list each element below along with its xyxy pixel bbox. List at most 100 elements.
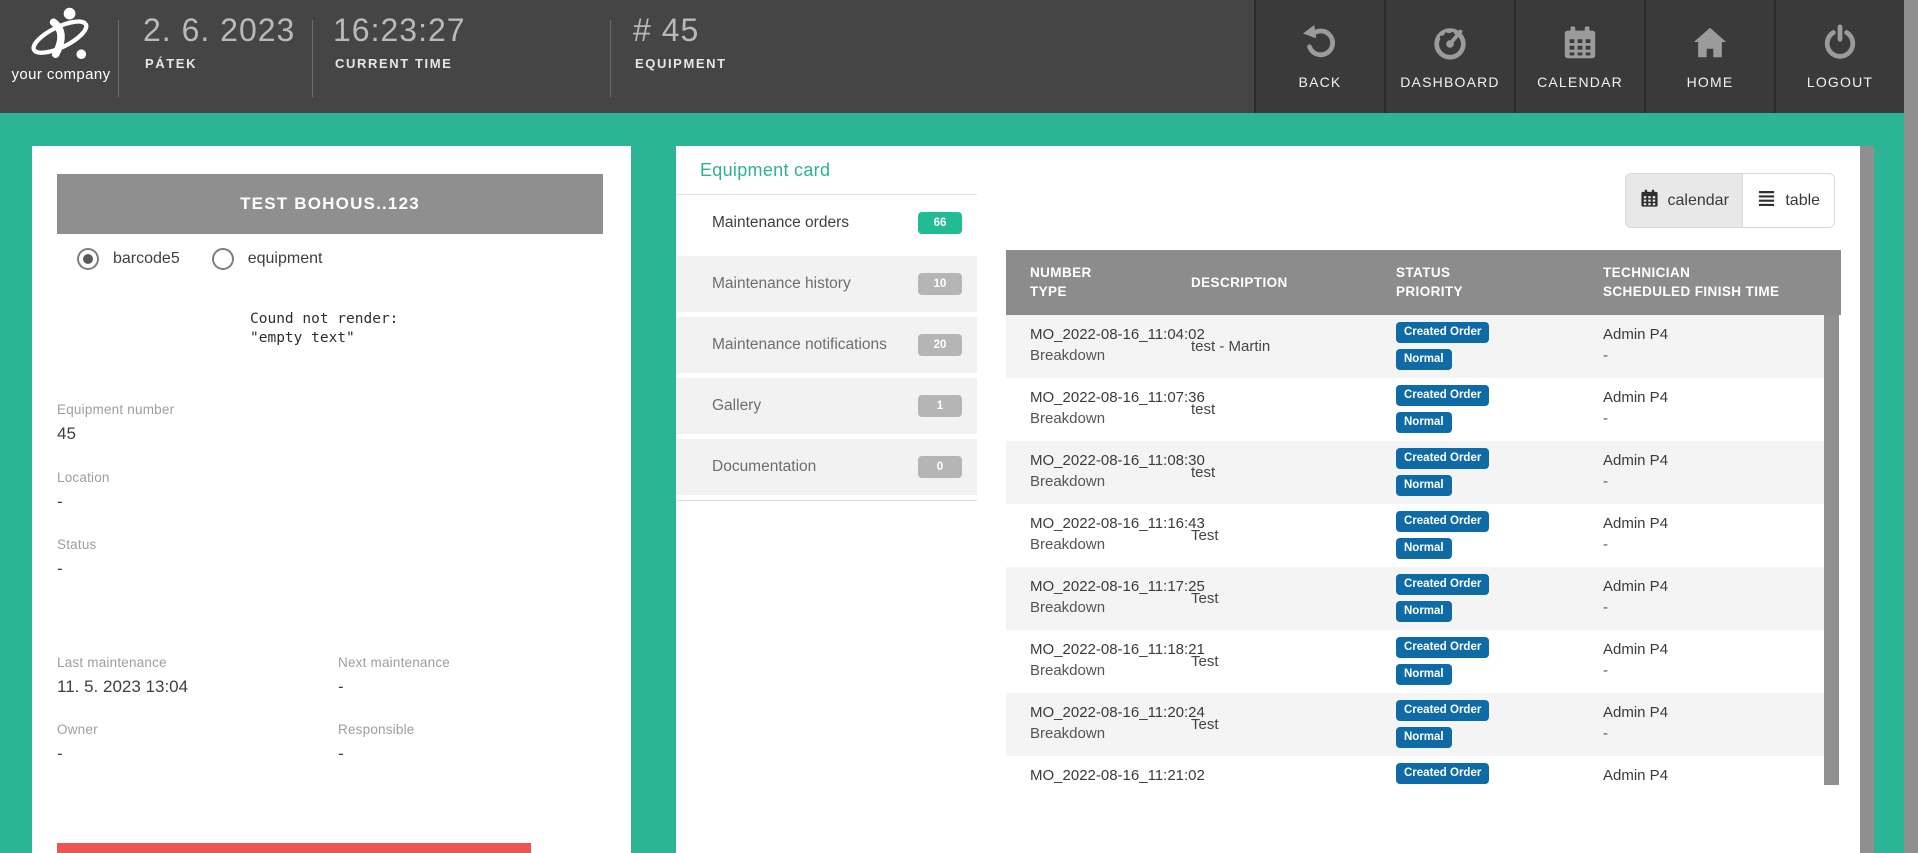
priority-badge: Normal (1396, 601, 1452, 622)
order-status-priority-cell: Created Order (1396, 756, 1603, 785)
maintenance-order-row[interactable]: MO_2022-08-16_11:08:30 Breakdown test Cr… (1006, 441, 1824, 504)
status-badge: Created Order (1396, 574, 1489, 595)
order-status-priority-cell: Created Order Normal (1396, 504, 1603, 567)
order-description: test (1191, 464, 1215, 481)
order-description-cell: test (1191, 378, 1396, 441)
equipment-card-menu-item[interactable]: Maintenance history 10 (676, 256, 977, 312)
maintenance-order-row[interactable]: MO_2022-08-16_11:04:02 Breakdown test - … (1006, 315, 1824, 378)
order-status-priority-cell: Created Order Normal (1396, 315, 1603, 378)
order-technician: Admin P4 (1603, 513, 1824, 534)
danger-action-button[interactable] (57, 843, 531, 853)
back-button[interactable]: BACK (1254, 0, 1384, 113)
order-type: Breakdown (1030, 408, 1191, 429)
menu-item-label: Maintenance orders (712, 214, 849, 232)
equipment-number-header: # 45 (633, 12, 699, 49)
top-bar: your company 2. 6. 2023 PÁTEK 16:23:27 C… (0, 0, 1918, 113)
order-number-type-cell: MO_2022-08-16_11:17:25 Breakdown (1006, 567, 1191, 630)
status-badge: Created Order (1396, 385, 1489, 406)
order-number: MO_2022-08-16_11:20:24 (1030, 702, 1191, 723)
equipment-card-panel: Equipment card Maintenance orders 66 Mai… (676, 146, 1874, 853)
calendar-button[interactable]: CALENDAR (1514, 0, 1644, 113)
order-finish-time: - (1603, 345, 1824, 366)
order-status-priority-cell: Created Order Normal (1396, 378, 1603, 441)
table-view-label: table (1785, 192, 1820, 210)
menu-item-label: Gallery (712, 397, 761, 415)
page-scrollbar[interactable] (1904, 0, 1918, 853)
home-button[interactable]: HOME (1644, 0, 1774, 113)
equipment-card-menu-item[interactable]: Maintenance notifications 20 (676, 317, 977, 373)
equipment-card-menu-item[interactable]: Maintenance orders 66 (676, 195, 977, 251)
equipment-title-bar: TEST BOHOUS..123 (57, 174, 603, 234)
order-description-cell (1191, 756, 1396, 785)
maintenance-order-row[interactable]: MO_2022-08-16_11:07:36 Breakdown test Cr… (1006, 378, 1824, 441)
back-label: BACK (1299, 74, 1342, 90)
order-technician-cell: Admin P4 - (1603, 630, 1824, 693)
field-responsible: Responsible - (338, 722, 415, 764)
maintenance-order-row[interactable]: MO_2022-08-16_11:18:21 Breakdown Test Cr… (1006, 630, 1824, 693)
order-finish-time: - (1603, 471, 1824, 492)
logout-label: LOGOUT (1807, 74, 1873, 90)
order-finish-time: - (1603, 534, 1824, 555)
order-finish-time: - (1603, 597, 1824, 618)
radio-equipment-label: equipment (248, 250, 323, 268)
order-number-type-cell: MO_2022-08-16_11:16:43 Breakdown (1006, 504, 1191, 567)
order-type: Breakdown (1030, 723, 1191, 744)
priority-badge: Normal (1396, 538, 1452, 559)
dashboard-label: DASHBOARD (1400, 74, 1499, 90)
status-badge: Created Order (1396, 763, 1489, 784)
priority-badge: Normal (1396, 664, 1452, 685)
logout-icon (1821, 24, 1859, 67)
maintenance-order-row[interactable]: MO_2022-08-16_11:20:24 Breakdown Test Cr… (1006, 693, 1824, 756)
dashboard-button[interactable]: DASHBOARD (1384, 0, 1514, 113)
radio-equipment-circle[interactable] (212, 248, 234, 270)
order-technician-cell: Admin P4 - (1603, 378, 1824, 441)
equipment-header-label: EQUIPMENT (635, 56, 727, 71)
equipment-info-panel: TEST BOHOUS..123 barcode5 equipment Coun… (32, 146, 631, 853)
order-type: Breakdown (1030, 471, 1191, 492)
current-time-label: CURRENT TIME (335, 56, 452, 71)
equipment-card-menu-item[interactable]: Gallery 1 (676, 378, 977, 434)
main-panel-scrollbar[interactable] (1860, 146, 1874, 853)
equipment-card-menu-item[interactable]: Documentation 0 (676, 439, 977, 495)
field-location: Location - (57, 470, 110, 512)
priority-badge: Normal (1396, 412, 1452, 433)
home-label: HOME (1687, 74, 1734, 90)
priority-badge: Normal (1396, 349, 1452, 370)
maintenance-order-row[interactable]: MO_2022-08-16_11:16:43 Breakdown Test Cr… (1006, 504, 1824, 567)
logout-button[interactable]: LOGOUT (1774, 0, 1904, 113)
radio-barcode5[interactable]: barcode5 (77, 248, 180, 270)
calendar-view-toggle[interactable]: calendar (1626, 174, 1742, 227)
radio-barcode5-label: barcode5 (113, 250, 180, 268)
order-description: Test (1191, 653, 1219, 670)
order-number-type-cell: MO_2022-08-16_11:07:36 Breakdown (1006, 378, 1191, 441)
menu-item-count-badge: 0 (918, 456, 962, 478)
radio-equipment[interactable]: equipment (212, 248, 323, 270)
order-description: Test (1191, 527, 1219, 544)
status-badge: Created Order (1396, 511, 1489, 532)
order-type: Breakdown (1030, 345, 1191, 366)
order-type: Breakdown (1030, 534, 1191, 555)
order-technician: Admin P4 (1603, 639, 1824, 660)
order-number: MO_2022-08-16_11:08:30 (1030, 450, 1191, 471)
order-description-cell: Test (1191, 630, 1396, 693)
order-number: MO_2022-08-16_11:04:02 (1030, 324, 1191, 345)
order-technician-cell: Admin P4 - (1603, 693, 1824, 756)
back-icon (1301, 24, 1339, 67)
barcode-render-error: Cound not render: "empty text" (250, 310, 398, 348)
menu-item-count-badge: 10 (918, 273, 962, 295)
calendar-view-label: calendar (1668, 192, 1729, 210)
order-number-type-cell: MO_2022-08-16_11:20:24 Breakdown (1006, 693, 1191, 756)
company-logo[interactable]: your company (8, 2, 114, 112)
orders-table-scrollbar[interactable] (1824, 315, 1839, 785)
maintenance-order-row[interactable]: MO_2022-08-16_11:17:25 Breakdown Test Cr… (1006, 567, 1824, 630)
order-type: Breakdown (1030, 660, 1191, 681)
order-description-cell: test - Martin (1191, 315, 1396, 378)
order-number: MO_2022-08-16_11:21:02 (1030, 765, 1191, 785)
table-view-toggle[interactable]: table (1742, 174, 1834, 227)
radio-barcode5-circle[interactable] (77, 248, 99, 270)
header-divider (610, 20, 611, 97)
header-nav: BACK DASHBOARD (1254, 0, 1904, 113)
maintenance-order-row[interactable]: MO_2022-08-16_11:21:02 Created Order Adm… (1006, 756, 1824, 785)
order-number-type-cell: MO_2022-08-16_11:21:02 (1006, 756, 1191, 785)
calendar-icon (1561, 24, 1599, 67)
